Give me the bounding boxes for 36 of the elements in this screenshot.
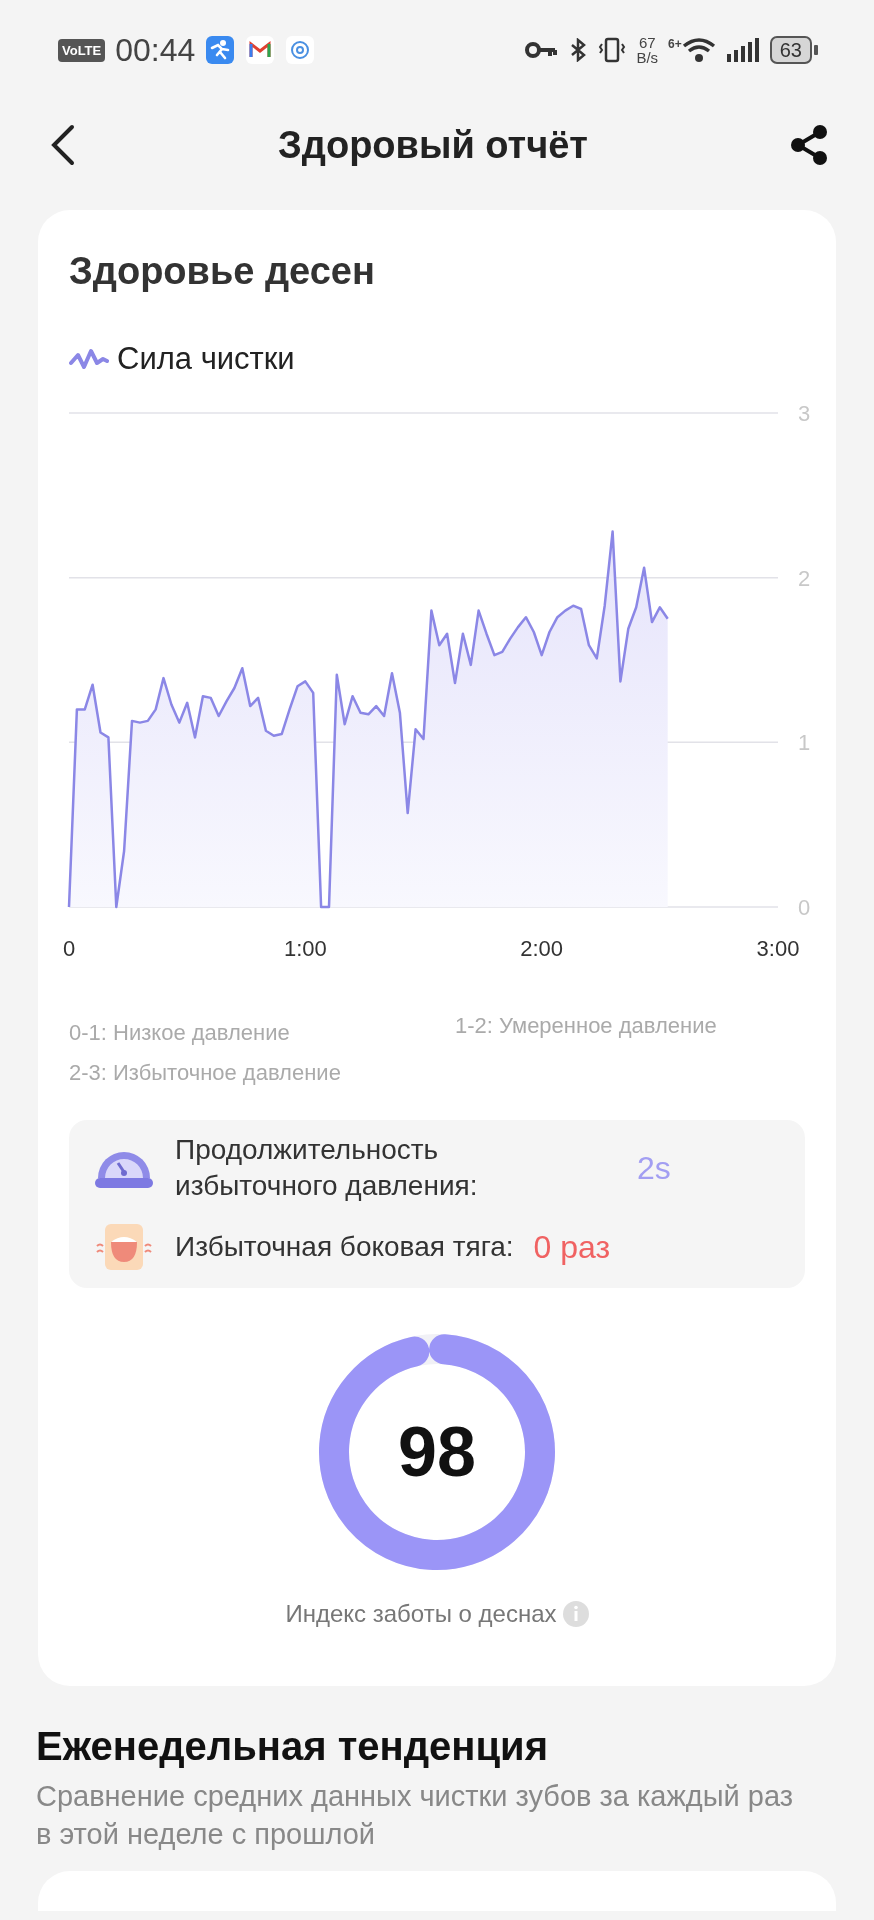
- wifi-generation-text: 6+: [668, 37, 682, 51]
- stat-label: Избыточная боковая тяга:: [175, 1230, 514, 1264]
- signal-icon: [725, 38, 760, 62]
- section-subtitle: Сравнение средних данных чистки зубов за каждый раз в этой неделе с прошлой: [36, 1779, 795, 1852]
- mail-app-icon: [245, 35, 276, 65]
- battery-tip-icon: [814, 45, 818, 55]
- pulse-icon: [69, 347, 109, 371]
- chart-title: Сила чистки: [117, 341, 295, 377]
- score-value: 98: [398, 1412, 476, 1492]
- share-button[interactable]: [790, 125, 828, 165]
- share-icon: [790, 125, 828, 165]
- wifi-icon: [681, 37, 716, 63]
- stat-label: Продолжительность избыточного давления:: [175, 1133, 479, 1203]
- back-icon: [50, 124, 76, 166]
- info-icon: [562, 1601, 589, 1627]
- page-title: Здоровый отчёт: [278, 123, 588, 167]
- status-time: 00:44: [115, 31, 196, 69]
- network-speed-unit: B/s: [636, 50, 659, 65]
- battery-level: 63: [769, 36, 812, 64]
- network-badge: VoLTE: [58, 38, 106, 62]
- legend-text: 1-2: Умеренное давление: [455, 1013, 718, 1040]
- score-label: Индекс заботы о деснах: [285, 1600, 557, 1628]
- axis-label: 2:00: [520, 936, 564, 961]
- axis-label: 1:00: [283, 936, 327, 961]
- runner-app-icon: [205, 35, 236, 65]
- card-title: Здоровье десен: [69, 250, 376, 293]
- axis-label: 3:00: [756, 936, 800, 961]
- stat-value: 0 раз: [533, 1228, 611, 1266]
- vibrate-icon: [598, 37, 627, 63]
- back-button[interactable]: [50, 124, 76, 166]
- network-speed-value: 67: [638, 35, 656, 50]
- axis-label: 0: [62, 936, 76, 961]
- legend-text: 2-3: Избыточное давление: [69, 1060, 342, 1086]
- legend-text: 0-1: Низкое давление: [69, 1020, 291, 1046]
- stat-value: 2s: [637, 1149, 671, 1187]
- section-title: Еженедельная тенденция: [36, 1724, 549, 1769]
